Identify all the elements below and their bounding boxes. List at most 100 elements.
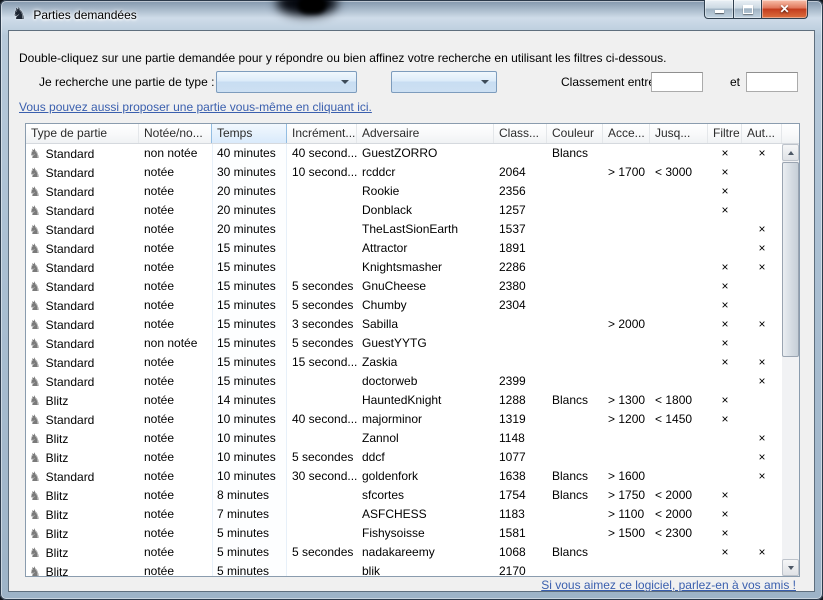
column-header-11[interactable]: Aut...	[742, 124, 782, 143]
table-row[interactable]: ♞Standardnon notée15 minutes5 secondesGu…	[26, 334, 782, 353]
cell-classement: 1754	[494, 486, 547, 505]
cell-notee: notée	[139, 220, 212, 239]
table-row[interactable]: ♞Standardnotée15 minutes15 second...Zask…	[26, 353, 782, 372]
cell-acce	[603, 334, 650, 353]
knight-icon: ♞	[29, 374, 41, 389]
game-type-text: Standard	[46, 147, 95, 161]
vertical-scrollbar[interactable]	[782, 144, 799, 576]
cell-jusq	[650, 220, 708, 239]
cell-increment: 10 second...	[287, 163, 357, 182]
column-header-7[interactable]: Couleur	[547, 124, 603, 143]
cell-aut	[742, 486, 782, 505]
close-button[interactable]: ✕	[761, 0, 808, 19]
table-row[interactable]: ♞Standardnotée15 minutes3 secondesSabill…	[26, 315, 782, 334]
game-type-combobox[interactable]	[216, 71, 357, 93]
cell-classement: 1288	[494, 391, 547, 410]
titlebar[interactable]: ♞ Parties demandées	[0, 0, 823, 30]
table-row[interactable]: ♞Blitznotée5 minutesblik2170	[26, 562, 782, 576]
cell-filtre: ×	[708, 277, 742, 296]
cell-acce	[603, 220, 650, 239]
table-row[interactable]: ♞Standardnotée20 minutesRookie2356×	[26, 182, 782, 201]
column-header-6[interactable]: Class...	[494, 124, 547, 143]
table-row[interactable]: ♞Blitznotée7 minutesASFCHESS1183> 1100< …	[26, 505, 782, 524]
table-row[interactable]: ♞Standardnotée15 minutes5 secondesGnuChe…	[26, 277, 782, 296]
cell-type: ♞Blitz	[26, 448, 139, 467]
cell-acce: > 1700	[603, 163, 650, 182]
cell-temps: 15 minutes	[212, 258, 287, 277]
cell-jusq	[650, 144, 708, 163]
table-row[interactable]: ♞Blitznotée5 minutesFishysoisse1581> 150…	[26, 524, 782, 543]
cell-classement: 1319	[494, 410, 547, 429]
cell-increment: 5 secondes	[287, 334, 357, 353]
rating-min-input[interactable]	[651, 72, 703, 92]
column-header-2[interactable]: Notée/no...	[139, 124, 212, 143]
column-header-1[interactable]: Type de partie	[26, 124, 139, 143]
table-row[interactable]: ♞Standardnotée20 minutesTheLastSionEarth…	[26, 220, 782, 239]
cell-notee: notée	[139, 391, 212, 410]
cell-jusq	[650, 239, 708, 258]
minimize-button[interactable]	[704, 0, 734, 19]
cell-couleur: Blancs	[547, 467, 603, 486]
table-row[interactable]: ♞Standardnon notée40 minutes40 second...…	[26, 144, 782, 163]
share-link[interactable]: Si vous aimez ce logiciel, parlez-en à v…	[541, 578, 796, 592]
table-row[interactable]: ♞Standardnotée30 minutes10 second...rcdd…	[26, 163, 782, 182]
table-row[interactable]: ♞Standardnotée10 minutes40 second...majo…	[26, 410, 782, 429]
cell-adversaire: majorminor	[357, 410, 494, 429]
table-row[interactable]: ♞Standardnotée15 minutesdoctorweb2399×	[26, 372, 782, 391]
cell-type: ♞Standard	[26, 163, 139, 182]
maximize-button[interactable]	[733, 0, 762, 19]
scroll-up-button[interactable]	[782, 144, 799, 161]
cell-aut	[742, 334, 782, 353]
cell-aut	[742, 201, 782, 220]
cell-temps: 15 minutes	[212, 315, 287, 334]
cell-jusq	[650, 334, 708, 353]
cell-couleur: Blancs	[547, 486, 603, 505]
table-row[interactable]: ♞Standardnotée20 minutesDonblack1257×	[26, 201, 782, 220]
rating-max-input[interactable]	[746, 72, 798, 92]
cell-increment: 5 secondes	[287, 448, 357, 467]
column-header-3[interactable]: Temps	[211, 124, 287, 143]
cell-temps: 15 minutes	[212, 277, 287, 296]
table-header: Type de partieNotée/no...TempsIncrément.…	[26, 124, 799, 144]
game-type-text: Standard	[46, 185, 95, 199]
scroll-down-button[interactable]	[782, 559, 799, 576]
cell-filtre: ×	[708, 258, 742, 277]
cell-classement	[494, 315, 547, 334]
cell-adversaire: doctorweb	[357, 372, 494, 391]
cell-filtre	[708, 372, 742, 391]
app-icon[interactable]: ♞	[12, 7, 26, 23]
column-header-8[interactable]: Acce...	[603, 124, 650, 143]
table-row[interactable]: ♞Standardnotée15 minutesKnightsmasher228…	[26, 258, 782, 277]
cell-increment	[287, 239, 357, 258]
knight-icon: ♞	[29, 203, 41, 218]
column-header-5[interactable]: Adversaire	[357, 124, 494, 143]
column-header-4[interactable]: Incrément...	[287, 124, 357, 143]
column-header-9[interactable]: Jusq...	[650, 124, 708, 143]
games-table: Type de partieNotée/no...TempsIncrément.…	[25, 123, 800, 577]
cell-filtre: ×	[708, 524, 742, 543]
table-row[interactable]: ♞Standardnotée10 minutes30 second...gold…	[26, 467, 782, 486]
table-row[interactable]: ♞Blitznotée5 minutes5 secondesnadakareem…	[26, 543, 782, 562]
table-row[interactable]: ♞Blitznotée14 minutesHauntedKnight1288Bl…	[26, 391, 782, 410]
game-subtype-combobox[interactable]	[391, 71, 497, 93]
table-row[interactable]: ♞Blitznotée10 minutesZannol1148×	[26, 429, 782, 448]
cell-couleur	[547, 296, 603, 315]
cell-type: ♞Standard	[26, 201, 139, 220]
cell-temps: 20 minutes	[212, 220, 287, 239]
propose-game-link[interactable]: Vous pouvez aussi proposer une partie vo…	[19, 100, 372, 114]
knight-icon: ♞	[29, 146, 41, 161]
table-row[interactable]: ♞Blitznotée8 minutessfcortes1754Blancs> …	[26, 486, 782, 505]
game-type-text: Blitz	[46, 432, 69, 446]
cell-adversaire: Fishysoisse	[357, 524, 494, 543]
table-row[interactable]: ♞Standardnotée15 minutes5 secondesChumby…	[26, 296, 782, 315]
cell-couleur	[547, 524, 603, 543]
cell-temps: 10 minutes	[212, 448, 287, 467]
column-header-10[interactable]: Filtre	[708, 124, 742, 143]
table-row[interactable]: ♞Standardnotée15 minutesAttractor1891×	[26, 239, 782, 258]
knight-icon: ♞	[29, 545, 41, 560]
table-row[interactable]: ♞Blitznotée10 minutes5 secondesddcf1077×	[26, 448, 782, 467]
cell-increment	[287, 258, 357, 277]
and-label: et	[730, 75, 740, 89]
scrollbar-thumb[interactable]	[782, 162, 799, 357]
cell-adversaire: Knightsmasher	[357, 258, 494, 277]
